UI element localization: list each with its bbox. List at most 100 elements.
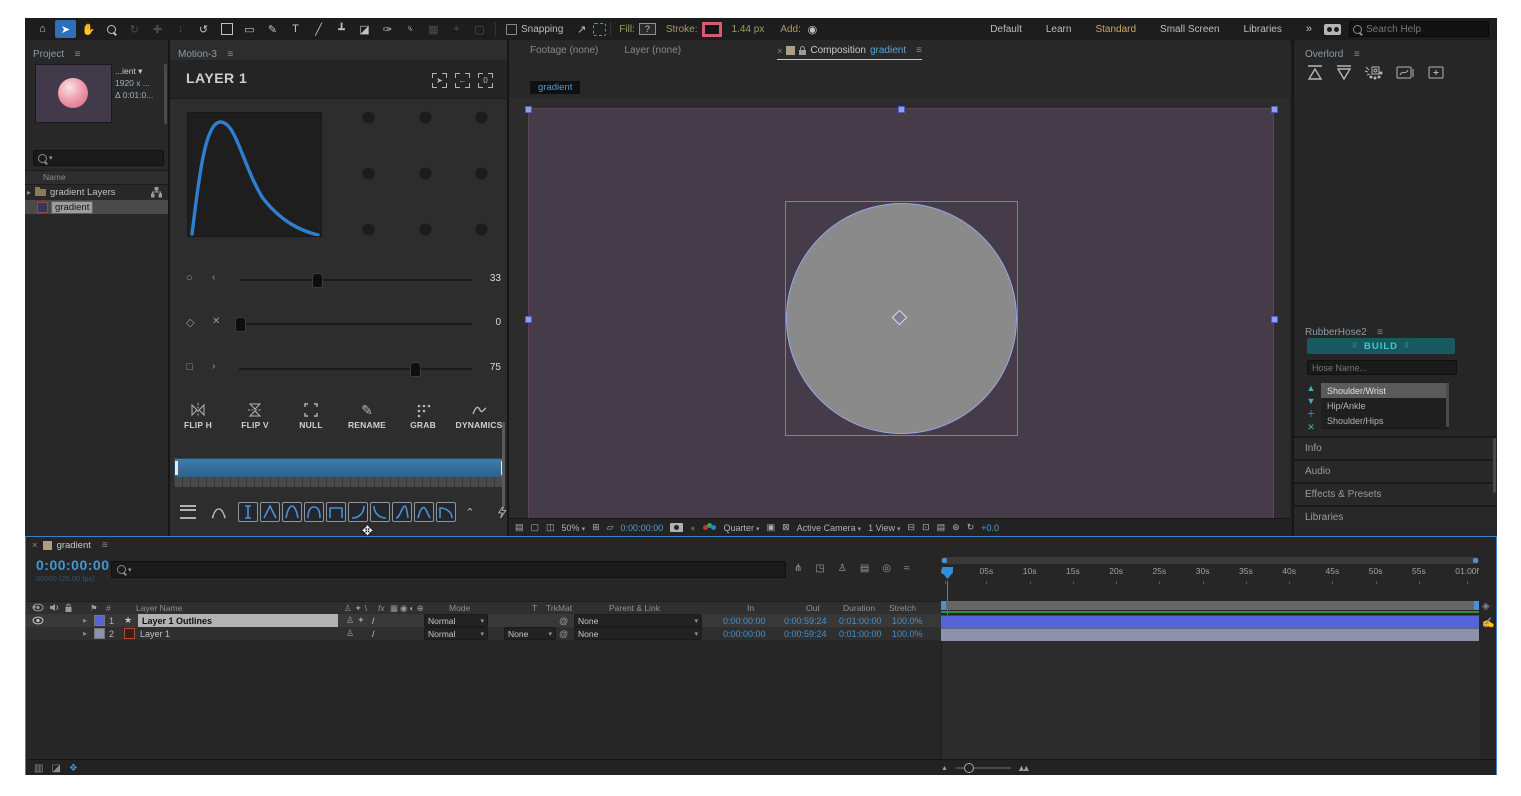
move-up-icon[interactable]: ▲ [1305,382,1317,395]
selection-handle[interactable] [898,106,905,113]
panel-tab-audio[interactable]: Audio [1294,459,1497,483]
zero-layer-icon[interactable]: 0 [478,70,493,88]
layer-name[interactable]: Layer 1 Outlines [138,614,338,627]
trkmat-column-header[interactable]: TrkMat [546,603,572,613]
eye-icon[interactable] [32,616,44,625]
hose-style-item[interactable]: Shoulder/Wrist [1321,383,1449,399]
tab-footage[interactable]: Footage (none) [530,45,598,56]
layer-name-column-header[interactable]: Layer Name [136,603,182,613]
anchor-grid-dot[interactable] [362,223,375,236]
grab-button[interactable]: GRAB [395,400,451,430]
audio-icon[interactable] [49,603,59,612]
number-column-header[interactable]: # [106,603,111,613]
collapse-chevron-icon[interactable]: ⌃ [465,506,474,519]
slider-track[interactable] [239,368,472,370]
current-time-display[interactable]: 0:00:00:00 [36,557,110,573]
layer-name[interactable]: Layer 1 [140,627,170,640]
slider-handle[interactable] [312,273,323,288]
screen-replace-icon[interactable] [1394,64,1416,82]
slider-value[interactable]: 75 [475,362,501,373]
hierarchy-icon[interactable] [151,187,162,198]
twirl-icon[interactable]: ▸ [83,614,87,627]
hand-tool[interactable]: ✋ [78,20,99,38]
project-item-footage[interactable]: gradient [25,200,168,214]
anchor-grid-dot[interactable] [475,167,488,180]
resolution-select[interactable]: Quarter▾ [724,523,760,533]
workspace-small-screen[interactable]: Small Screen [1160,24,1219,35]
selection-handle[interactable] [525,316,532,323]
tab-layer[interactable]: Layer (none) [624,45,681,56]
type-tool[interactable]: T [285,20,306,38]
twirl-icon[interactable]: ▸ [27,188,31,197]
panel-menu-icon[interactable]: ≡ [1377,327,1383,338]
more-switches-icons[interactable]: ▦◉◐⊕ [390,603,426,614]
slider-handle[interactable] [235,317,246,332]
label-color-chip[interactable] [94,628,105,639]
switches-column-icons[interactable]: ♙✦\ [344,603,370,614]
mini-flowchart-icon[interactable]: ▤ [515,522,524,533]
preview-item-name[interactable]: ...ient ▾ [115,66,142,77]
curve-preset-hold[interactable] [238,502,258,522]
tab-composition[interactable]: × Composition gradient ≡ [777,45,922,60]
fx-column-icon[interactable]: fx [378,603,385,613]
navigator-handle-right[interactable] [1473,558,1478,563]
curve-preset-spike[interactable] [260,502,280,522]
rename-button[interactable]: ✎ RENAME [339,400,395,430]
refresh-layer-icon[interactable]: ← [455,70,470,88]
reset-exposure-icon[interactable]: ↻ [967,522,975,533]
edit-marker-icon[interactable]: ✍ [1482,618,1494,629]
panel-tab-libraries[interactable]: Libraries [1294,505,1497,529]
workspace-overflow-icon[interactable]: » [1306,23,1312,35]
flowchart-button-icon[interactable]: ⊛ [952,522,960,533]
curve-preset-bell[interactable] [282,502,302,522]
pan-behind-tool[interactable] [216,20,237,38]
duration-value[interactable]: 0:01:00:00 [839,614,882,627]
region-of-interest-icon[interactable]: ▱ [607,522,614,533]
label-column-icon[interactable]: ⚑ [90,603,98,614]
out-column-header[interactable]: Out [806,603,820,613]
duration-column-header[interactable]: Duration [843,603,875,613]
transparency-grid-icon[interactable]: ⊠ [782,522,790,533]
fast-previews-icon[interactable]: ⊡ [922,522,930,533]
curve-preset-ease-in[interactable] [370,502,390,522]
pixel-aspect-icon[interactable]: ⊟ [908,522,916,533]
quality-switch[interactable]: / [372,614,375,627]
eraser-tool[interactable]: ◪ [354,20,375,38]
close-icon[interactable]: × [32,540,38,551]
snap-region-icon[interactable] [593,23,606,36]
project-item-folder[interactable]: ▸ gradient Layers [25,185,168,199]
arrow-left-icon[interactable]: ‹ [212,272,215,283]
frame-blending-icon[interactable]: ▤ [860,563,869,574]
layer-row-1[interactable]: ▸ 1 ★ Layer 1 Outlines ♙✦ / Normal▾ @ No… [26,614,941,627]
zoom-out-mountain-icon[interactable]: ▲ [941,765,948,772]
label-color-chip[interactable] [94,615,105,626]
close-icon[interactable]: × [777,46,782,56]
workspace-learn[interactable]: Learn [1046,24,1072,35]
stroke-width[interactable]: 1.44 px [732,24,765,35]
layer-switches[interactable]: ♙✦ [346,614,368,627]
timeline-tab[interactable]: × gradient ≡ [32,540,108,551]
pen-tool[interactable]: ✎ [262,20,283,38]
anchor-grid-dot[interactable] [419,167,432,180]
always-preview-icon[interactable]: ▢ [531,522,540,533]
view-select[interactable]: Active Camera▾ [797,523,862,533]
brush-tool[interactable]: ╱ [308,20,329,38]
quality-switch[interactable]: / [372,627,375,640]
snapping-toggle[interactable]: Snapping [506,24,563,35]
composition-canvas[interactable] [528,108,1274,518]
channels-icon[interactable] [703,523,717,533]
zoom-in-mountains-icon[interactable]: ▲▲ [1017,763,1027,773]
stretch-column-header[interactable]: Stretch [889,603,916,613]
curve-preset-anticipate[interactable] [392,502,412,522]
hose-name-input[interactable] [1307,360,1457,375]
twirl-icon[interactable]: ▸ [83,627,87,640]
comp-marker-icon[interactable]: ◈ [1482,601,1494,612]
parent-select[interactable]: None▾ [574,627,702,640]
menu-icon[interactable] [180,505,196,519]
particles-icon[interactable] [1363,64,1385,82]
anchor-grid-dot[interactable] [419,223,432,236]
timeline-button-icon[interactable]: ▤ [937,522,946,533]
composition-chip[interactable]: gradient [530,81,580,94]
ease-curve-graph[interactable] [187,112,322,237]
snapping-checkbox[interactable] [506,24,517,35]
